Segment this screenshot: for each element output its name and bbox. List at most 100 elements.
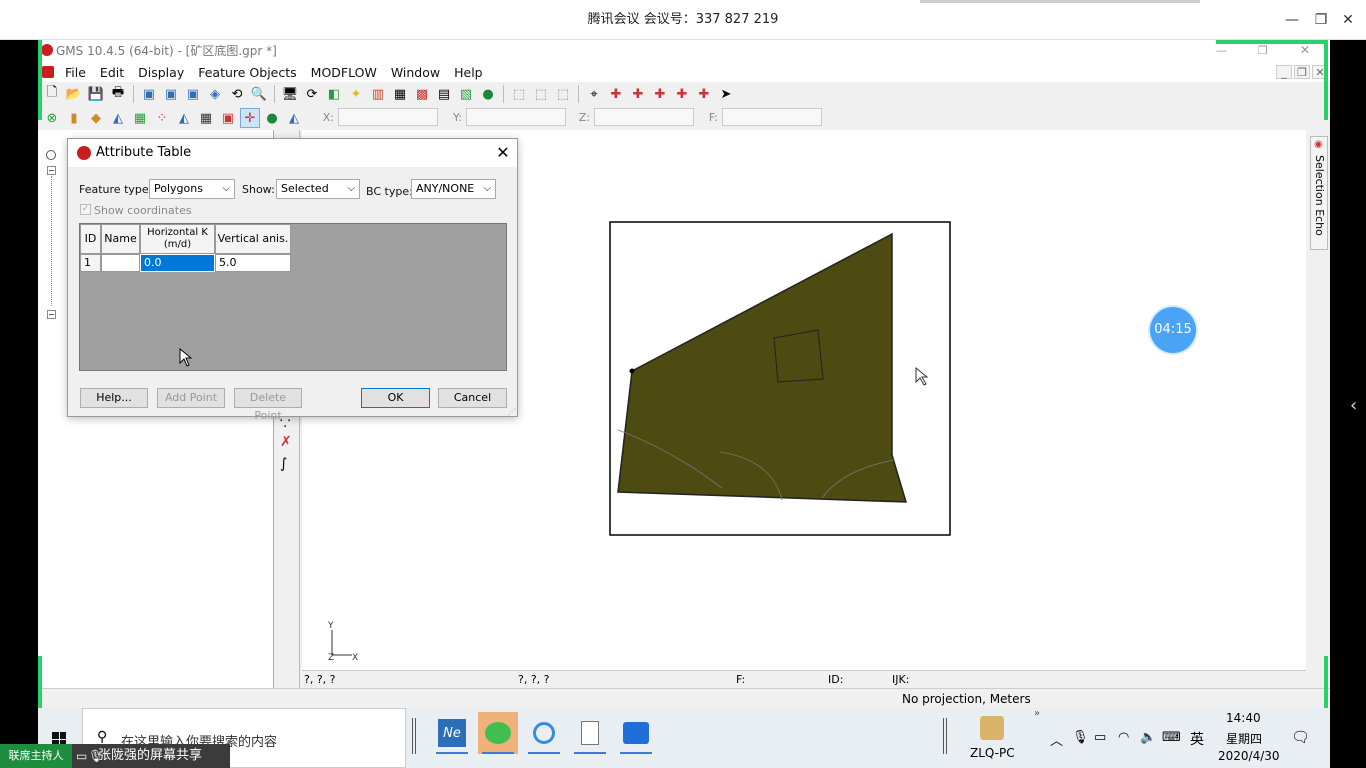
menu-feature-objects[interactable]: Feature Objects: [191, 65, 303, 80]
attribute-grid[interactable]: ID Name Horizontal K (m/d) Vertical anis…: [79, 223, 507, 371]
clock-time[interactable]: 14:40: [1226, 711, 1261, 725]
restore-icon[interactable]: ❐: [1311, 10, 1331, 30]
show-select[interactable]: Selected ⌵: [276, 179, 360, 199]
table-icon[interactable]: ▤: [434, 84, 454, 104]
map-module-icon[interactable]: ✛: [240, 108, 260, 128]
feature-type-select[interactable]: Polygons ⌵: [149, 179, 235, 199]
scatter2d-module-icon[interactable]: ⁘: [152, 108, 172, 128]
microphone-icon[interactable]: 🎙: [1072, 730, 1089, 745]
taskbar-app-meeting[interactable]: [616, 712, 656, 754]
f-field[interactable]: [722, 108, 822, 126]
tin-module-icon[interactable]: ◭: [108, 108, 128, 128]
taskbar-app-baidu[interactable]: [524, 712, 564, 754]
node-tool-icon[interactable]: ✚: [628, 84, 648, 104]
polygon-tool-icon[interactable]: ✚: [672, 84, 692, 104]
view-top-icon[interactable]: ▣: [183, 84, 203, 104]
menu-help[interactable]: Help: [447, 65, 490, 80]
map-icon[interactable]: ▧: [456, 84, 476, 104]
light-icon[interactable]: ✦: [346, 84, 366, 104]
minimize-icon[interactable]: —: [1282, 10, 1302, 30]
globe-icon[interactable]: ●: [478, 84, 498, 104]
rotate-icon[interactable]: ⟲: [227, 84, 247, 104]
battery-icon[interactable]: ▭: [1094, 730, 1106, 745]
uscatter-module-icon[interactable]: ◭: [174, 108, 194, 128]
color-icon[interactable]: ▩: [412, 84, 432, 104]
select-tool-icon[interactable]: ⬚: [509, 84, 529, 104]
mdi-minimize-icon[interactable]: _: [1276, 65, 1292, 79]
select-tool-2-icon[interactable]: ⬚: [531, 84, 551, 104]
ime-indicator[interactable]: 英: [1190, 729, 1204, 749]
print-icon[interactable]: 🖶: [108, 84, 128, 104]
vertex-node[interactable]: [629, 368, 635, 374]
zoom-icon[interactable]: 🔍: [249, 84, 269, 104]
grid2d-module-icon[interactable]: ▦: [130, 108, 150, 128]
wifi-icon[interactable]: ◠: [1118, 730, 1129, 745]
clock-weekday[interactable]: 星期四: [1226, 730, 1262, 747]
row-id-cell[interactable]: 1: [80, 254, 101, 272]
taskbar-app-wechat[interactable]: [478, 712, 518, 754]
view-oblique-icon[interactable]: ◈: [205, 84, 225, 104]
taskbar-app-notepad[interactable]: [570, 712, 610, 754]
add-point-button[interactable]: Add Point: [157, 388, 225, 408]
taskbar-app-ne[interactable]: Ne: [432, 712, 472, 754]
help-button[interactable]: Help...: [80, 388, 148, 408]
borehole-module-icon[interactable]: ▮: [64, 108, 84, 128]
display-options-icon[interactable]: 🖥: [280, 84, 300, 104]
open-folder-icon[interactable]: 📂: [64, 84, 84, 104]
column-header-name[interactable]: Name: [101, 224, 140, 254]
ugrid-module-icon[interactable]: ◭: [284, 108, 304, 128]
volume-icon[interactable]: 🔈: [1140, 730, 1156, 745]
point-tool-icon[interactable]: ✚: [694, 84, 714, 104]
row-horizontal-k-cell[interactable]: 0.0: [140, 254, 215, 272]
create-curve-icon[interactable]: ∫: [280, 456, 287, 472]
keyboard-icon[interactable]: ⌨: [1162, 730, 1181, 745]
coverage-tool-icon[interactable]: ⌖: [584, 84, 604, 104]
save-icon[interactable]: 💾: [86, 84, 106, 104]
grid3d-module-icon[interactable]: ▦: [196, 108, 216, 128]
gms-minimize-icon[interactable]: —: [1216, 44, 1227, 57]
double-chevron-icon[interactable]: »: [1034, 708, 1040, 719]
chart-icon[interactable]: ▥: [368, 84, 388, 104]
notification-icon[interactable]: 🗨: [1291, 728, 1310, 746]
column-header-horizontal-k[interactable]: Horizontal K (m/d): [140, 224, 215, 254]
chevron-left-icon[interactable]: ‹: [1350, 395, 1357, 416]
arc-tool-icon[interactable]: ✚: [606, 84, 626, 104]
vertex-tool-icon[interactable]: ✚: [650, 84, 670, 104]
view-front-icon[interactable]: ▣: [139, 84, 159, 104]
resize-grip-icon[interactable]: ⋰: [508, 407, 516, 416]
arrow-tool-icon[interactable]: ➤: [716, 84, 736, 104]
menu-file[interactable]: File: [58, 65, 93, 80]
contour-icon[interactable]: ◧: [324, 84, 344, 104]
mdi-restore-icon[interactable]: ❐: [1294, 65, 1310, 79]
refresh-icon[interactable]: ⟳: [302, 84, 322, 104]
meeting-timer[interactable]: 04:15: [1150, 307, 1196, 353]
ok-button[interactable]: OK: [361, 388, 430, 408]
column-header-vertical-anis[interactable]: Vertical anis.: [215, 224, 291, 254]
grid-display-icon[interactable]: ▦: [390, 84, 410, 104]
select-tool-3-icon[interactable]: ⬚: [553, 84, 573, 104]
mesh-module-icon[interactable]: ⊗: [42, 108, 62, 128]
clock-date[interactable]: 2020/4/30: [1218, 749, 1280, 763]
tray-chevron-icon[interactable]: ︿: [1050, 730, 1063, 749]
show-coordinates-checkbox[interactable]: ✓: [80, 204, 91, 215]
create-arc-icon[interactable]: ✗: [280, 434, 292, 450]
tree-expand-icon[interactable]: −: [47, 166, 56, 175]
gms-restore-icon[interactable]: ❐: [1258, 44, 1268, 57]
menu-edit[interactable]: Edit: [93, 65, 131, 80]
column-header-id[interactable]: ID: [80, 224, 101, 254]
bc-type-select[interactable]: ANY/NONE ⌵: [411, 179, 496, 199]
new-file-icon[interactable]: 🗋: [42, 84, 62, 104]
solid-module-icon[interactable]: ◆: [86, 108, 106, 128]
close-icon[interactable]: ✕: [1338, 10, 1358, 30]
row-vertical-anis-cell[interactable]: 5.0: [215, 254, 291, 272]
menu-window[interactable]: Window: [384, 65, 447, 80]
user-folder-icon[interactable]: [980, 716, 1004, 740]
scatter3d-module-icon[interactable]: ▣: [218, 108, 238, 128]
z-field[interactable]: [594, 108, 694, 126]
gms-close-icon[interactable]: ✕: [1300, 43, 1310, 57]
y-field[interactable]: [466, 108, 566, 126]
tree-expand-icon-2[interactable]: −: [47, 310, 56, 319]
cancel-button[interactable]: Cancel: [438, 388, 507, 408]
x-field[interactable]: [338, 108, 438, 126]
dialog-close-button[interactable]: ✕: [492, 141, 514, 165]
